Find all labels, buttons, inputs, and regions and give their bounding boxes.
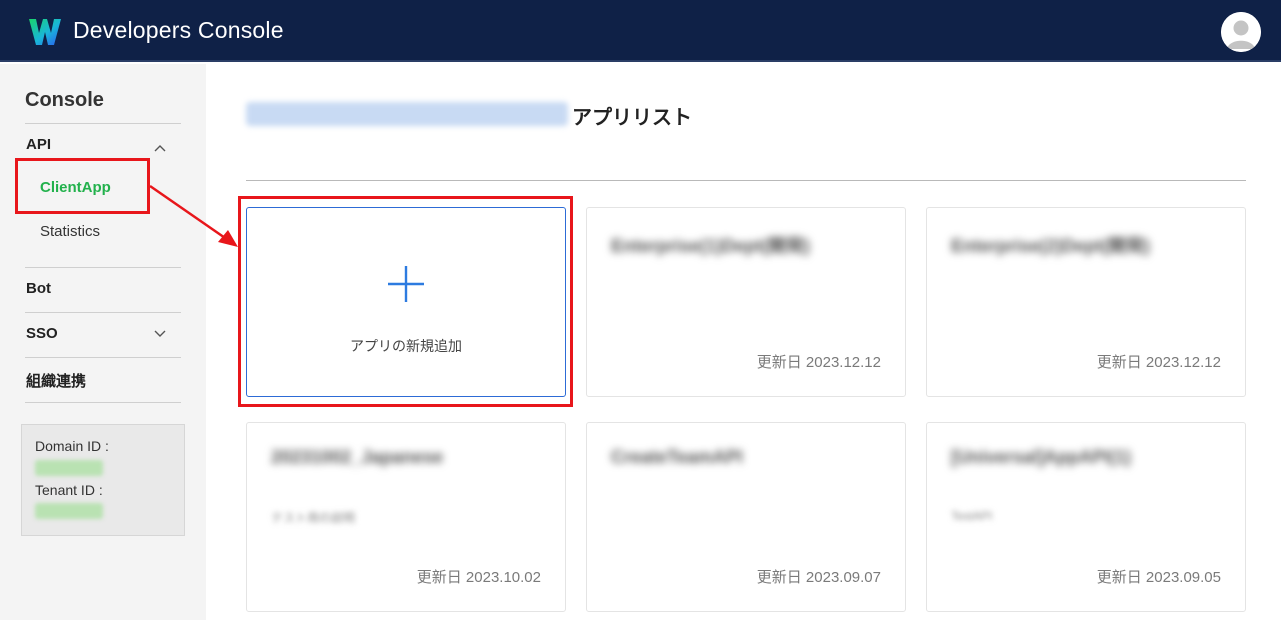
sidebar-item-bot[interactable]: Bot (26, 280, 51, 297)
app-title: Developers Console (73, 17, 284, 43)
sidebar: Console API ClientApp Statistics Bot SSO… (0, 64, 206, 620)
highlight-clientapp (15, 158, 150, 214)
app-card[interactable]: [Universal]AppAPI(1) TestAPI 更新日 2023.09… (926, 422, 1246, 612)
divider (25, 123, 181, 124)
top-bar: Developers Console (0, 0, 1281, 62)
app-card-name: 20231002_Japanese (271, 447, 444, 467)
divider (25, 312, 181, 313)
sidebar-item-statistics[interactable]: Statistics (40, 223, 100, 240)
app-card-updated: 更新日 2023.09.05 (1096, 569, 1221, 586)
app-card-name: Enterprise(2)Dept(開発) (951, 236, 1151, 256)
app-card[interactable]: CreateTeamAPI 更新日 2023.09.07 (586, 422, 906, 612)
sidebar-item-org-link[interactable]: 組織連携 (26, 370, 86, 391)
app-card-updated: 更新日 2023.09.07 (756, 569, 881, 586)
tenant-id-label: Tenant ID : (35, 482, 103, 498)
app-card-name: [Universal]AppAPI(1) (951, 447, 1132, 467)
works-logo-icon[interactable] (29, 19, 61, 45)
domain-id-value (35, 460, 103, 476)
sidebar-heading: Console (25, 89, 104, 111)
app-card-description: TestAPI (951, 509, 993, 523)
organization-name (246, 102, 568, 126)
app-card-updated: 更新日 2023.12.12 (756, 354, 881, 371)
app-card[interactable]: Enterprise(1)Dept(開発) 更新日 2023.12.12 (586, 207, 906, 397)
divider (25, 402, 181, 403)
chevron-up-icon[interactable] (153, 141, 167, 155)
highlight-add-app (238, 196, 573, 407)
divider (25, 357, 181, 358)
app-card-description: テスト用の説明 (271, 511, 356, 525)
sidebar-item-sso[interactable]: SSO (26, 325, 58, 342)
domain-info-panel: Domain ID : Tenant ID : (21, 424, 185, 536)
page-title: アプリリスト (572, 107, 692, 129)
app-card[interactable]: 20231002_Japanese テスト用の説明 更新日 2023.10.02 (246, 422, 566, 612)
app-card-name: CreateTeamAPI (611, 447, 743, 467)
domain-id-label: Domain ID : (35, 438, 109, 454)
divider (246, 180, 1246, 181)
app-card[interactable]: Enterprise(2)Dept(開発) 更新日 2023.12.12 (926, 207, 1246, 397)
app-card-updated: 更新日 2023.12.12 (1096, 354, 1221, 371)
app-card-updated: 更新日 2023.10.02 (416, 569, 541, 586)
tenant-id-value (35, 503, 103, 519)
chevron-down-icon[interactable] (153, 326, 167, 340)
divider (25, 267, 181, 268)
user-avatar-icon[interactable] (1221, 12, 1261, 52)
sidebar-item-api[interactable]: API (26, 136, 51, 153)
app-card-name: Enterprise(1)Dept(開発) (611, 236, 811, 256)
